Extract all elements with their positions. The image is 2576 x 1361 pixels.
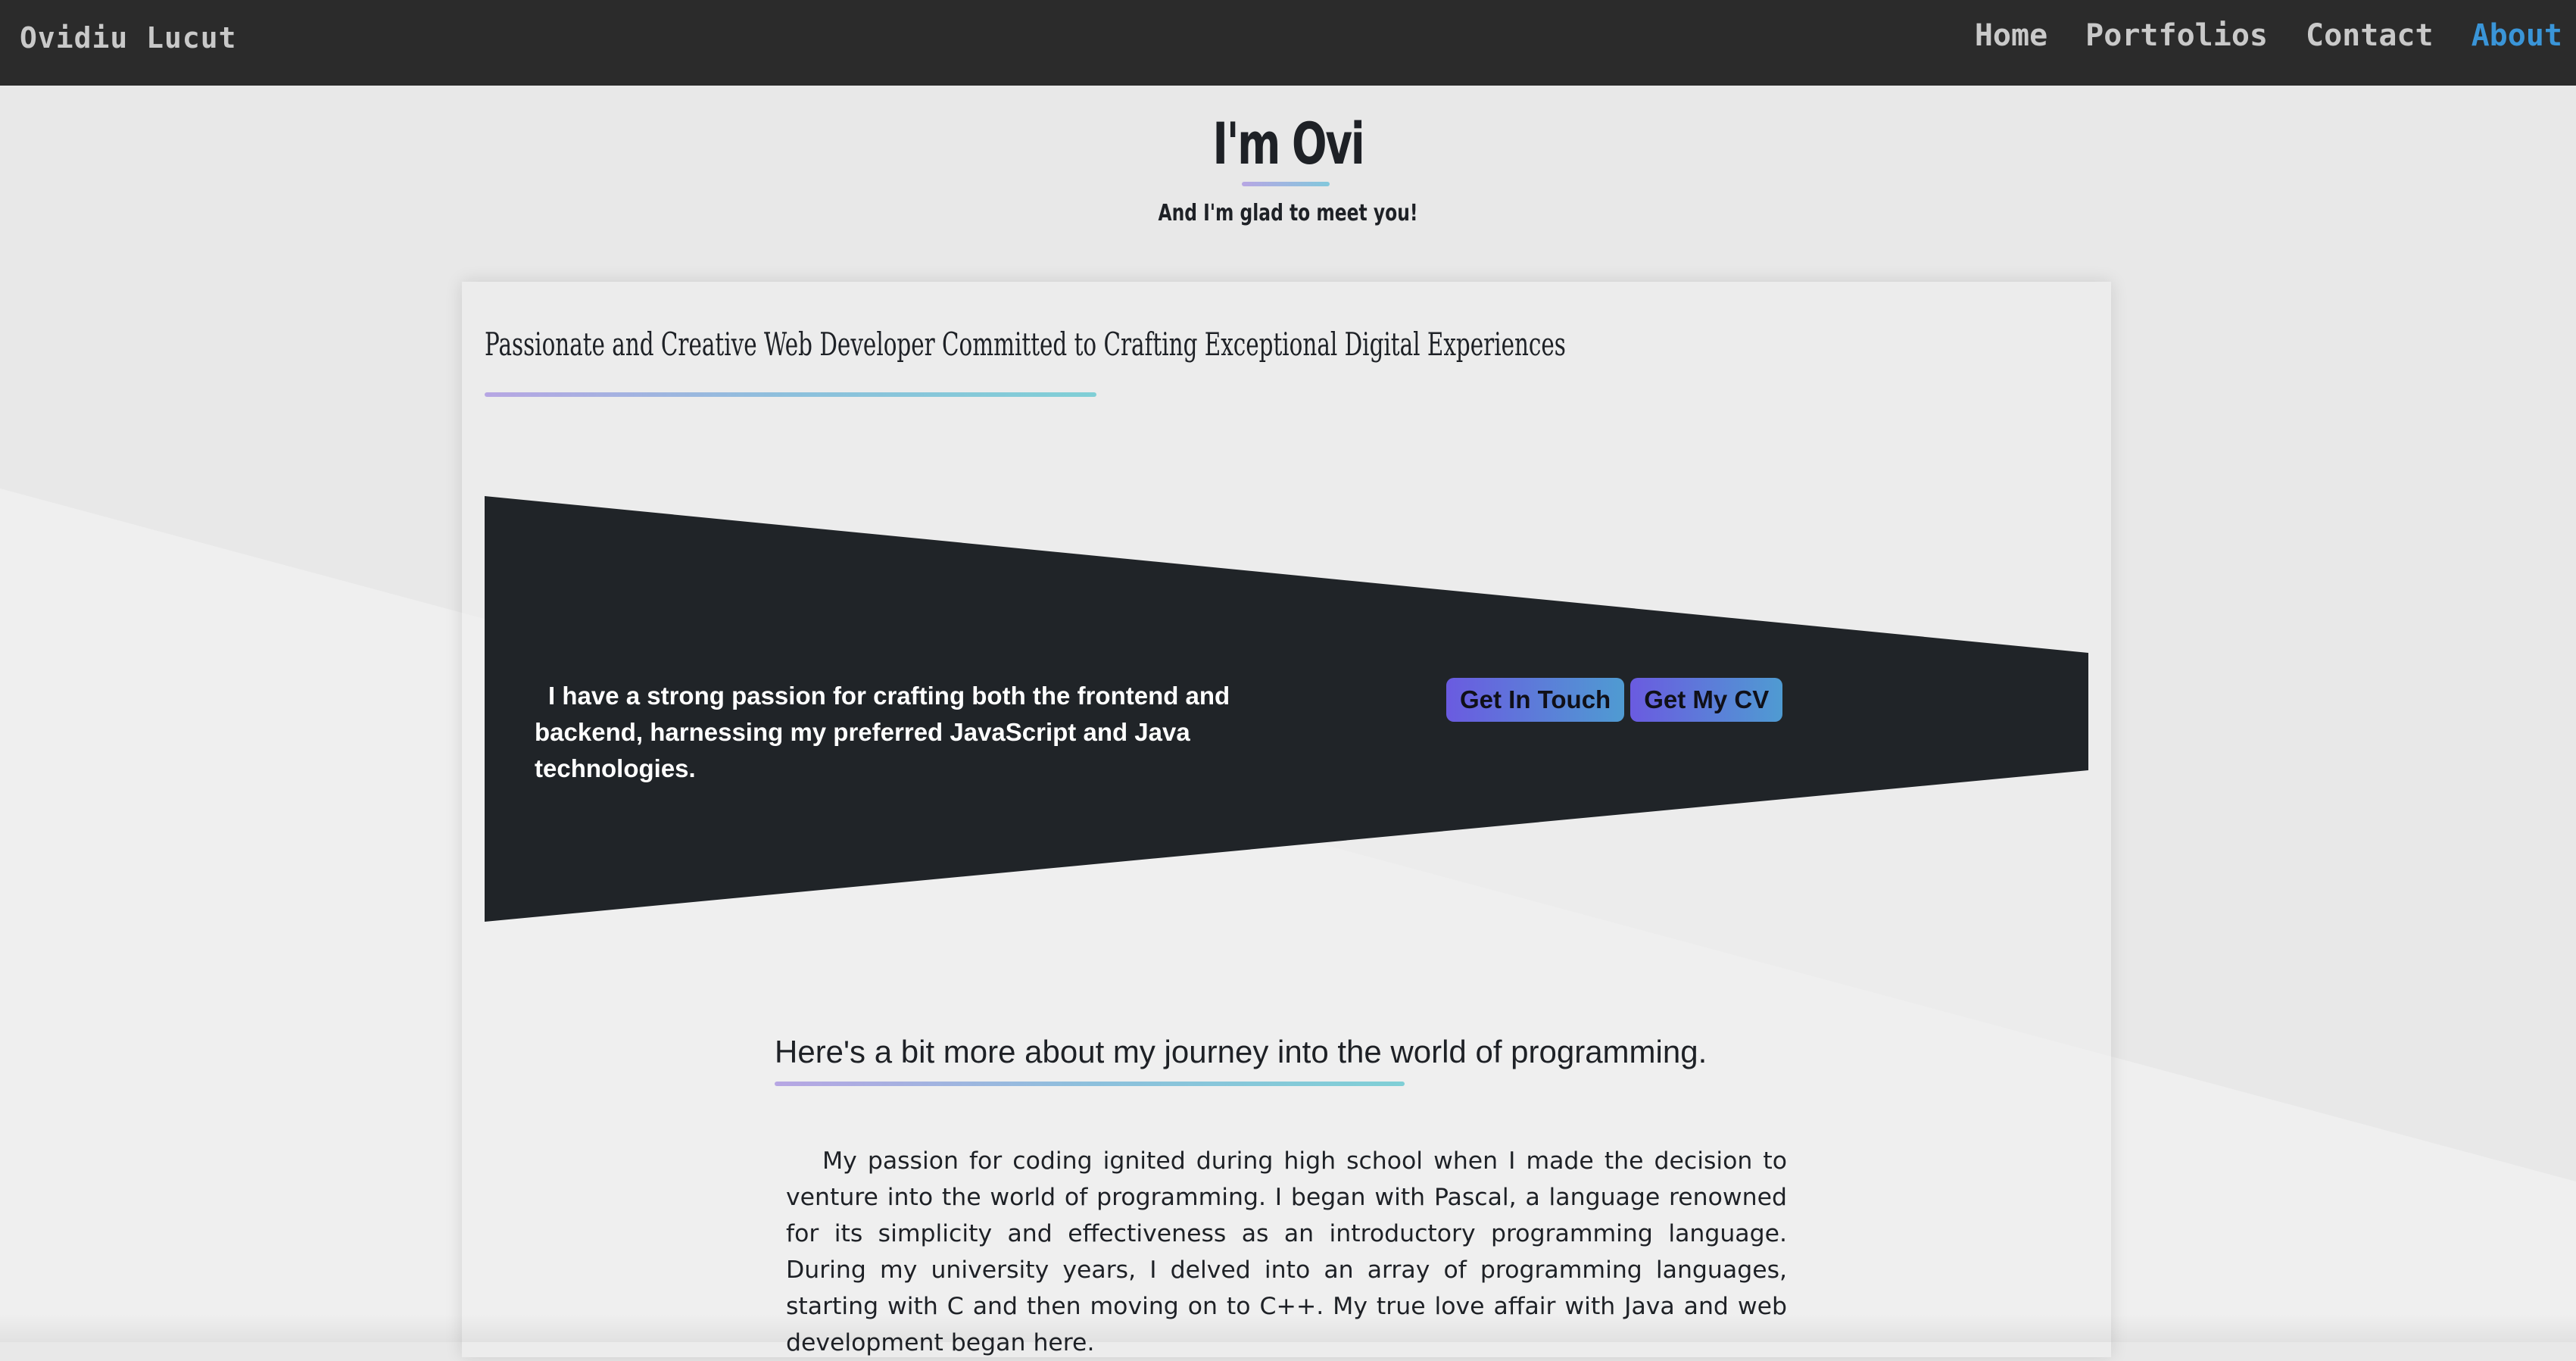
journey-underline (775, 1082, 1405, 1086)
journey-heading: Here's a bit more about my journey into … (775, 1034, 1707, 1069)
title-underline (1242, 182, 1330, 186)
page-subtitle: And I'm glad to meet you! (1158, 200, 1418, 226)
page-title: I'm Ovi (1212, 110, 1364, 177)
banner-text: I have a strong passion for crafting bot… (535, 682, 1230, 782)
banner-buttons: Get In Touch Get My CV (1446, 678, 1783, 722)
get-cv-button[interactable]: Get My CV (1630, 678, 1783, 722)
get-in-touch-button[interactable]: Get In Touch (1446, 678, 1625, 722)
bottom-shadow (0, 1314, 2576, 1342)
nav-links: Home Portfolios Contact About (1975, 18, 2562, 53)
card-heading-underline (485, 392, 1096, 397)
nav-link-home[interactable]: Home (1975, 18, 2047, 53)
brand-logo[interactable]: Ovidiu Lucut (20, 21, 237, 55)
navbar: Ovidiu Lucut Home Portfolios Contact Abo… (0, 0, 2576, 86)
nav-link-portfolios[interactable]: Portfolios (2085, 18, 2268, 53)
nav-link-contact[interactable]: Contact (2306, 18, 2434, 53)
intro-banner: I have a strong passion for crafting bot… (485, 496, 2088, 922)
nav-link-about[interactable]: About (2472, 18, 2562, 53)
card-heading: Passionate and Creative Web Developer Co… (485, 326, 1566, 363)
